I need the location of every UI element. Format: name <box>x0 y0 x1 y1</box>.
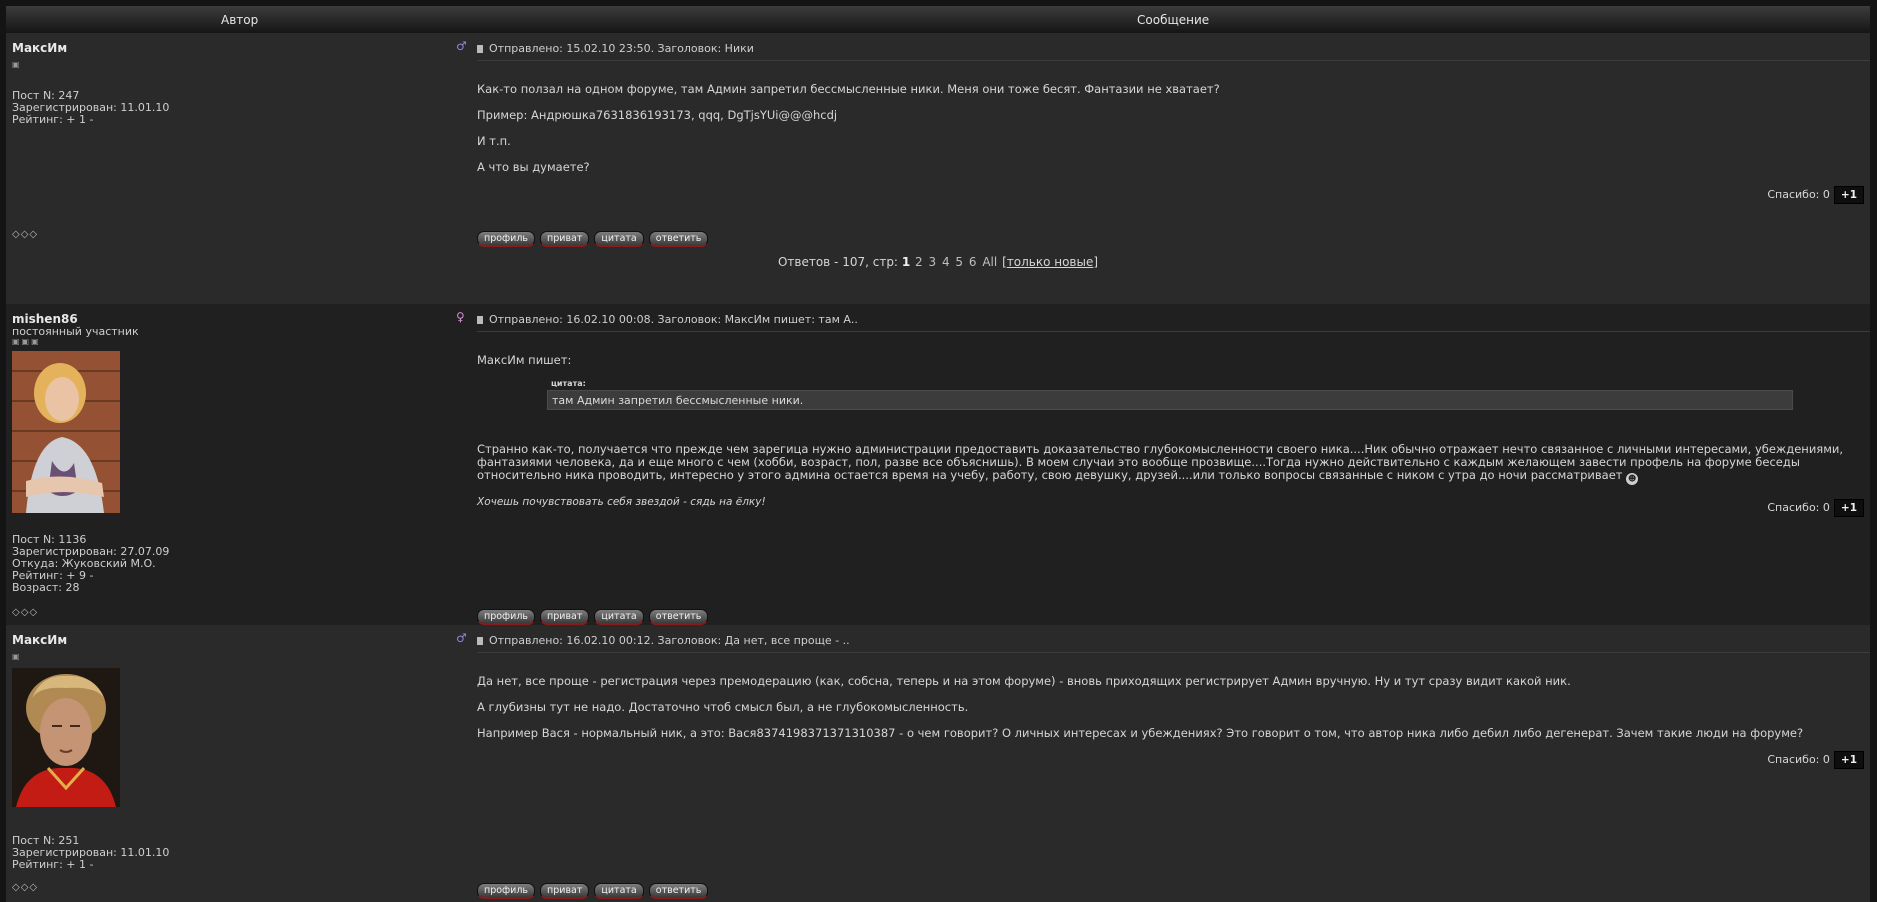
post-actions: профиль приват цитата ответить <box>477 604 713 625</box>
avatar-image <box>12 668 120 807</box>
quote-button[interactable]: цитата <box>594 883 644 899</box>
plus-one-button[interactable]: +1 <box>1833 751 1864 769</box>
rating: Рейтинг: + 1 - <box>12 113 94 126</box>
reply-button[interactable]: ответить <box>648 883 709 899</box>
divider <box>477 652 1870 653</box>
private-message-button[interactable]: приват <box>540 609 590 625</box>
quote-button[interactable]: цитата <box>594 609 644 625</box>
message-column-header: Сообщение <box>1137 13 1210 27</box>
thanks-block: Спасибо: 0 +1 <box>1767 499 1864 517</box>
post-header: Отправлено: 16.02.10 00:08. Заголовок: М… <box>477 313 1870 326</box>
post-actions: профиль приват цитата ответить <box>477 878 713 899</box>
avatar-image <box>12 351 120 513</box>
thanks-count: Спасибо: 0 <box>1767 501 1830 514</box>
status-icons: ◇◇◇ <box>12 607 39 618</box>
post-header-text: Отправлено: 16.02.10 00:12. Заголовок: Д… <box>489 634 850 647</box>
post-3: МаксИм ▣ Пост N: 251 Зарегистрирован: 11… <box>6 625 1870 902</box>
quote-button[interactable]: цитата <box>594 231 644 247</box>
private-message-button[interactable]: приват <box>540 883 590 899</box>
page-current: 1 <box>901 255 911 269</box>
profile-button[interactable]: профиль <box>477 609 536 625</box>
paragraph: Да нет, все проще - регистрация через пр… <box>477 674 1571 688</box>
author-name[interactable]: МаксИм <box>12 41 67 55</box>
post-2: mishen86 постоянный участник ▣▣▣ Пост N:… <box>6 304 1870 625</box>
avatar <box>12 351 120 513</box>
page-link[interactable]: 2 <box>915 255 923 269</box>
quote-intro: МаксИм пишет: <box>477 353 572 367</box>
rank-stars: ▣ <box>12 60 22 69</box>
rank-stars: ▣▣▣ <box>12 337 41 346</box>
forum-topic: Автор Сообщение МаксИм ▣ Пост N: 247 Зар… <box>6 6 1870 902</box>
avatar <box>12 668 120 807</box>
post-header-text: Отправлено: 16.02.10 00:08. Заголовок: М… <box>489 313 858 326</box>
post-body: Странно как-то, получается что прежде че… <box>477 443 1872 485</box>
plus-one-button[interactable]: +1 <box>1833 186 1864 204</box>
divider <box>477 60 1870 61</box>
rank-stars: ▣ <box>12 652 22 661</box>
profile-button[interactable]: профиль <box>477 231 536 247</box>
thanks-count: Спасибо: 0 <box>1767 753 1830 766</box>
plus-one-button[interactable]: +1 <box>1833 499 1864 517</box>
document-icon[interactable] <box>477 316 483 324</box>
author-name[interactable]: МаксИм <box>12 633 67 647</box>
post-header: Отправлено: 15.02.10 23:50. Заголовок: Н… <box>477 42 1870 55</box>
female-icon: ♀ <box>456 310 465 324</box>
divider <box>477 331 1870 332</box>
signature: Хочешь почувствовать себя звездой - сядь… <box>477 496 766 508</box>
male-icon: ♂ <box>456 631 467 645</box>
profile-button[interactable]: профиль <box>477 883 536 899</box>
paragraph: И т.п. <box>477 134 511 148</box>
author-info: Пост N: 247 Зарегистрирован: 11.01.10 Ре… <box>12 90 169 126</box>
reply-button[interactable]: ответить <box>648 609 709 625</box>
quote-label: цитата: <box>551 379 586 388</box>
reply-count: Ответов - 107, стр: <box>777 255 898 269</box>
male-icon: ♂ <box>456 39 467 53</box>
thanks-block: Спасибо: 0 +1 <box>1767 751 1864 769</box>
page-link[interactable]: 5 <box>955 255 963 269</box>
page-link[interactable]: 3 <box>928 255 936 269</box>
post-body-text: Странно как-то, получается что прежде че… <box>477 442 1844 482</box>
page-link[interactable]: 4 <box>942 255 950 269</box>
post-actions: профиль приват цитата ответить <box>477 226 713 247</box>
post-1: МаксИм ▣ Пост N: 247 Зарегистрирован: 11… <box>6 33 1870 304</box>
post-header-text: Отправлено: 15.02.10 23:50. Заголовок: Н… <box>489 42 754 55</box>
age: Возраст: 28 <box>12 581 80 594</box>
document-icon[interactable] <box>477 637 483 645</box>
table-header: Автор Сообщение <box>6 6 1870 34</box>
paragraph: А глубизны тут не надо. Достаточно чтоб … <box>477 700 969 714</box>
author-info: Пост N: 1136 Зарегистрирован: 27.07.09 О… <box>12 534 169 594</box>
private-message-button[interactable]: приват <box>540 231 590 247</box>
author-name[interactable]: mishen86 <box>12 312 78 326</box>
status-icons: ◇◇◇ <box>12 229 39 240</box>
reply-button[interactable]: ответить <box>648 231 709 247</box>
thanks-block: Спасибо: 0 +1 <box>1767 186 1864 204</box>
rating: Рейтинг: + 1 - <box>12 858 94 871</box>
only-new-link[interactable]: только новые <box>1007 255 1094 269</box>
author-info: Пост N: 251 Зарегистрирован: 11.01.10 Ре… <box>12 835 169 871</box>
paragraph: Как-то ползал на одном форуме, там Админ… <box>477 82 1220 96</box>
page-link[interactable]: 6 <box>969 255 977 269</box>
quote-box: там Админ запретил бессмысленные ники. <box>547 390 1793 410</box>
post-body: Да нет, все проще - регистрация через пр… <box>477 675 1872 740</box>
paragraph: А что вы думаете? <box>477 160 590 174</box>
pagination: Ответов - 107, стр: 1 2 3 4 5 6 All [тол… <box>777 255 1099 269</box>
page-all-link[interactable]: All <box>982 255 997 269</box>
document-icon[interactable] <box>477 45 483 53</box>
thanks-count: Спасибо: 0 <box>1767 188 1830 201</box>
paragraph: Пример: Андрюшка7631836193173, qqq, DgTj… <box>477 108 838 122</box>
author-column-header: Автор <box>221 13 259 27</box>
status-icons: ◇◇◇ <box>12 882 39 893</box>
paragraph: Например Вася - нормальный ник, а это: В… <box>477 726 1804 740</box>
post-header: Отправлено: 16.02.10 00:12. Заголовок: Д… <box>477 634 1870 647</box>
smiley-icon: ☻ <box>1626 473 1639 485</box>
post-body: Как-то ползал на одном форуме, там Админ… <box>477 83 1872 174</box>
